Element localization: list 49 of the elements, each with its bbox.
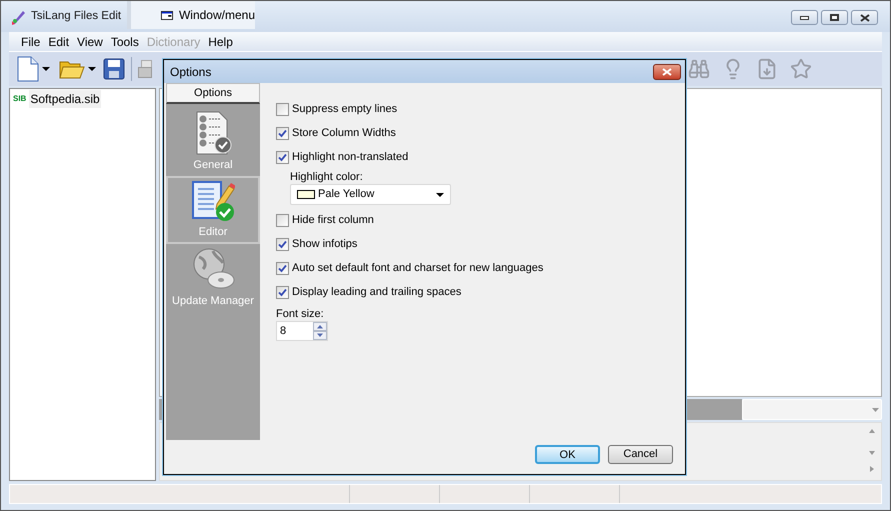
close-button[interactable] bbox=[653, 64, 681, 80]
checkbox[interactable] bbox=[276, 286, 289, 298]
minimize-button[interactable] bbox=[791, 10, 818, 25]
checkbox-label: Suppress empty lines bbox=[292, 102, 398, 117]
field-label: Highlight color: bbox=[290, 170, 364, 184]
window-menu-popup[interactable]: Window/menu bbox=[127, 1, 255, 29]
close-icon bbox=[860, 14, 870, 22]
folder-icon bbox=[59, 59, 85, 79]
checkbox[interactable] bbox=[276, 126, 289, 140]
save-icon bbox=[103, 58, 125, 80]
checkbox-label: Auto set default font and charset for new languages bbox=[292, 260, 544, 276]
close-icon bbox=[662, 68, 672, 76]
new-document-icon bbox=[17, 56, 39, 82]
sidebar-header: Options bbox=[166, 83, 260, 104]
menu-item[interactable]: Edit bbox=[48, 32, 70, 50]
checkbox-label: Store Column Widths bbox=[292, 126, 396, 141]
menu-item[interactable]: Tools bbox=[110, 32, 139, 50]
maximize-button[interactable] bbox=[821, 10, 848, 25]
spin-arrows-icon bbox=[313, 322, 327, 340]
field-label: Font size: bbox=[276, 307, 325, 321]
caret-icon bbox=[88, 67, 96, 71]
menu-item[interactable]: File bbox=[21, 32, 40, 50]
dialog-button[interactable]: Cancel bbox=[608, 445, 673, 464]
close-button[interactable] bbox=[851, 10, 878, 25]
checkbox-label: Show infotips bbox=[292, 236, 358, 252]
printer-icon bbox=[138, 60, 152, 78]
checkbox[interactable] bbox=[276, 150, 289, 164]
document-pencil-check-icon bbox=[191, 180, 235, 222]
caret-icon bbox=[436, 192, 444, 196]
star-icon[interactable] bbox=[790, 58, 812, 80]
dialog-button[interactable]: OK bbox=[535, 445, 600, 464]
pen-icon bbox=[11, 8, 27, 24]
menu-item[interactable]: Help bbox=[208, 32, 233, 50]
menu-item[interactable]: View bbox=[77, 32, 103, 50]
caret-icon bbox=[42, 67, 50, 71]
color-dropdown[interactable]: Pale Yellow bbox=[290, 184, 451, 205]
font-size-spinner[interactable]: 8 bbox=[276, 321, 328, 341]
checkbox-label: Display leading and trailing spaces bbox=[292, 284, 462, 300]
window-icon bbox=[161, 10, 173, 20]
checkbox-label: Hide first column bbox=[292, 212, 374, 228]
checkbox[interactable] bbox=[276, 102, 289, 116]
checkbox-label: Highlight non-translated bbox=[292, 150, 408, 165]
checkbox[interactable] bbox=[276, 262, 289, 274]
window-title: TsiLang Files Edit bbox=[31, 8, 122, 24]
caret-icon bbox=[872, 408, 879, 412]
checkbox[interactable] bbox=[276, 214, 289, 226]
checkbox[interactable] bbox=[276, 238, 289, 250]
dialog-title: Options bbox=[170, 64, 212, 80]
globe-disc-icon bbox=[191, 246, 235, 291]
